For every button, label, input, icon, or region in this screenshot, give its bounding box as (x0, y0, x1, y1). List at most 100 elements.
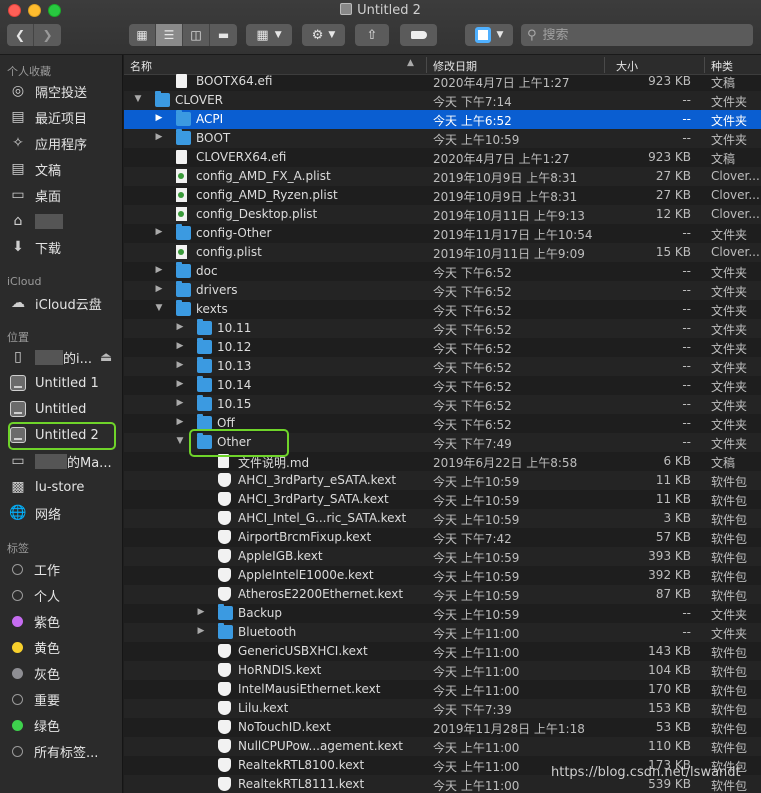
folder-row[interactable]: ▶ 10.14 今天 下午6:52 -- 文件夹 (124, 376, 761, 395)
disclosure-collapsed-icon[interactable]: ▶ (154, 113, 164, 123)
file-row[interactable]: AirportBrcmFixup.kext 今天 下午7:42 57 KB 软件包 (124, 528, 761, 547)
disclosure-collapsed-icon[interactable]: ▶ (175, 398, 185, 408)
sidebar-item-recents[interactable]: ▤ 最近项目 (8, 105, 120, 129)
sidebar-item-applications[interactable]: ✧ 应用程序 (8, 131, 120, 155)
folder-row[interactable]: ▶ BOOT 今天 上午10:59 -- 文件夹 (124, 129, 761, 148)
sidebar-item-mac[interactable]: ▭ 的Ma... (8, 449, 120, 473)
sidebar-tag-item[interactable]: 灰色 (8, 661, 120, 685)
folder-row[interactable]: ▶ 10.13 今天 下午6:52 -- 文件夹 (124, 357, 761, 376)
file-row[interactable]: CLOVERX64.efi 2020年4月7日 上午1:27 923 KB 文稿 (124, 148, 761, 167)
sidebar-item-home[interactable]: ⌂ (8, 209, 120, 233)
disclosure-collapsed-icon[interactable]: ▶ (154, 132, 164, 142)
sidebar-item-iphone[interactable]: ▯ 的i... ⏏ (8, 345, 120, 369)
disclosure-collapsed-icon[interactable]: ▶ (175, 417, 185, 427)
file-row[interactable]: NullCPUPow...agement.kext 今天 上午11:00 110 K… (124, 737, 761, 756)
folder-row[interactable]: ▶ drivers 今天 下午6:52 -- 文件夹 (124, 281, 761, 300)
folder-row[interactable]: ▶ Bluetooth 今天 上午11:00 -- 文件夹 (124, 623, 761, 642)
column-view-button[interactable]: ◫ (183, 24, 210, 46)
sidebar-item-airdrop[interactable]: ◎ 隔空投送 (8, 79, 120, 103)
gallery-view-button[interactable]: ▬ (210, 24, 237, 46)
disclosure-expanded-icon[interactable]: ▼ (133, 94, 143, 104)
icon-view-button[interactable]: ▦ (129, 24, 156, 46)
file-row[interactable]: HoRNDIS.kext 今天 上午11:00 104 KB 软件包 (124, 661, 761, 680)
folder-row[interactable]: ▼ kexts 今天 下午6:52 -- 文件夹 (124, 300, 761, 319)
sidebar-item-lu-store[interactable]: ▩ lu-store (8, 475, 120, 499)
file-kind: 文件夹 (711, 627, 748, 641)
column-divider[interactable] (704, 57, 705, 73)
disclosure-collapsed-icon[interactable]: ▶ (175, 360, 185, 370)
column-divider[interactable] (604, 57, 605, 73)
sidebar-tag-item[interactable]: 工作 (8, 557, 120, 581)
column-divider[interactable] (426, 57, 427, 73)
sidebar-item-downloads[interactable]: ⬇ 下载 (8, 235, 120, 259)
sidebar-item-network[interactable]: 🌐 网络 (8, 501, 120, 525)
sidebar-tag-item[interactable]: 紫色 (8, 609, 120, 633)
tags-button[interactable] (400, 24, 437, 46)
sidebar-item-desktop[interactable]: ▭ 桌面 (8, 183, 120, 207)
disclosure-collapsed-icon[interactable]: ▶ (196, 626, 206, 636)
back-button[interactable]: ❮ (7, 24, 34, 46)
folder-icon (176, 110, 191, 126)
folder-row[interactable]: ▶ 10.11 今天 下午6:52 -- 文件夹 (124, 319, 761, 338)
share-button[interactable]: ⇧ (355, 24, 389, 46)
disclosure-collapsed-icon[interactable]: ▶ (175, 341, 185, 351)
file-row[interactable]: AppleIntelE1000e.kext 今天 上午10:59 392 KB 软件包 (124, 566, 761, 585)
sidebar-tag-item[interactable]: 重要 (8, 687, 120, 711)
file-row[interactable]: BOOTX64.efi 2020年4月7日 上午1:27 923 KB 文稿 (124, 72, 761, 91)
sidebar-item-icloud-drive[interactable]: ☁ iCloud云盘 (8, 291, 120, 315)
sidebar-tag-item[interactable]: 所有标签... (8, 739, 120, 763)
disclosure-collapsed-icon[interactable]: ▶ (175, 322, 185, 332)
highlight-box (8, 422, 116, 450)
folder-row[interactable]: ▶ 10.15 今天 下午6:52 -- 文件夹 (124, 395, 761, 414)
disclosure-collapsed-icon[interactable]: ▶ (196, 607, 206, 617)
folder-icon (176, 129, 191, 145)
file-name: config-Other (196, 226, 272, 240)
eject-icon[interactable]: ⏏ (100, 350, 112, 365)
disclosure-collapsed-icon[interactable]: ▶ (154, 284, 164, 294)
file-row[interactable]: config_AMD_Ryzen.plist 2019年10月9日 上午8:31 2… (124, 186, 761, 205)
folder-row[interactable]: ▶ ACPI 今天 上午6:52 -- 文件夹 (124, 110, 761, 129)
file-row[interactable]: IntelMausiEthernet.kext 今天 上午11:00 170 KB 软… (124, 680, 761, 699)
disclosure-collapsed-icon[interactable]: ▶ (154, 227, 164, 237)
disclosure-collapsed-icon[interactable]: ▶ (175, 379, 185, 389)
file-row[interactable]: config_Desktop.plist 2019年10月11日 上午9:13 12… (124, 205, 761, 224)
search-field[interactable]: ⚲ (521, 24, 753, 46)
disclosure-expanded-icon[interactable]: ▼ (175, 436, 185, 446)
sidebar-tag-item[interactable]: 绿色 (8, 713, 120, 737)
folder-row[interactable]: ▼ CLOVER 今天 下午7:14 -- 文件夹 (124, 91, 761, 110)
folder-row[interactable]: ▶ doc 今天 下午6:52 -- 文件夹 (124, 262, 761, 281)
plist-icon (176, 169, 187, 183)
file-row[interactable]: AtherosE2200Ethernet.kext 今天 上午10:59 87 KB… (124, 585, 761, 604)
list-view-button[interactable]: ☰ (156, 24, 183, 46)
file-row[interactable]: AHCI_3rdParty_SATA.kext 今天 上午10:59 11 KB 软件… (124, 490, 761, 509)
sidebar-tag-item[interactable]: 黄色 (8, 635, 120, 659)
date-modified: 今天 下午7:49 (433, 437, 512, 451)
disclosure-collapsed-icon[interactable]: ▶ (154, 265, 164, 275)
file-row[interactable]: GenericUSBXHCI.kext 今天 上午11:00 143 KB 软件包 (124, 642, 761, 661)
sidebar-item-untitled-1[interactable]: Untitled 1 (8, 371, 120, 395)
documents-icon: ▤ (11, 161, 25, 177)
folder-row[interactable]: ▶ Backup 今天 上午10:59 -- 文件夹 (124, 604, 761, 623)
app-extension-button[interactable]: ▼ (465, 24, 513, 46)
sidebar-tag-item[interactable]: 个人 (8, 583, 120, 607)
forward-button[interactable]: ❯ (34, 24, 61, 46)
folder-row[interactable]: ▶ config-Other 2019年11月17日 上午10:54 -- 文件夹 (124, 224, 761, 243)
sidebar-item-documents[interactable]: ▤ 文稿 (8, 157, 120, 181)
disclosure-expanded-icon[interactable]: ▼ (154, 303, 164, 313)
file-row[interactable]: AHCI_3rdParty_eSATA.kext 今天 上午10:59 11 KB 软… (124, 471, 761, 490)
sidebar-item-label: 文稿 (35, 163, 62, 179)
action-menu-button[interactable]: ⚙ ▼ (302, 24, 345, 46)
file-name: 10.15 (217, 397, 252, 411)
file-row[interactable]: config_AMD_FX_A.plist 2019年10月9日 上午8:31 27… (124, 167, 761, 186)
folder-row[interactable]: ▶ 10.12 今天 下午6:52 -- 文件夹 (124, 338, 761, 357)
date-modified: 今天 上午10:59 (433, 608, 520, 622)
file-row[interactable]: config.plist 2019年10月11日 上午9:09 15 KB Clove… (124, 243, 761, 262)
file-row[interactable]: Lilu.kext 今天 下午7:39 153 KB 软件包 (124, 699, 761, 718)
search-input[interactable] (542, 27, 743, 43)
group-by-button[interactable]: ▦ ▼ (246, 24, 292, 46)
file-name: Off (217, 416, 235, 430)
file-row[interactable]: AHCI_Intel_G...ric_SATA.kext 今天 上午10:59 3 … (124, 509, 761, 528)
file-row[interactable]: NoTouchID.kext 2019年11月28日 上午1:18 53 KB 软件包 (124, 718, 761, 737)
file-row[interactable]: AppleIGB.kext 今天 上午10:59 393 KB 软件包 (124, 547, 761, 566)
sidebar-item-untitled[interactable]: Untitled (8, 397, 120, 421)
